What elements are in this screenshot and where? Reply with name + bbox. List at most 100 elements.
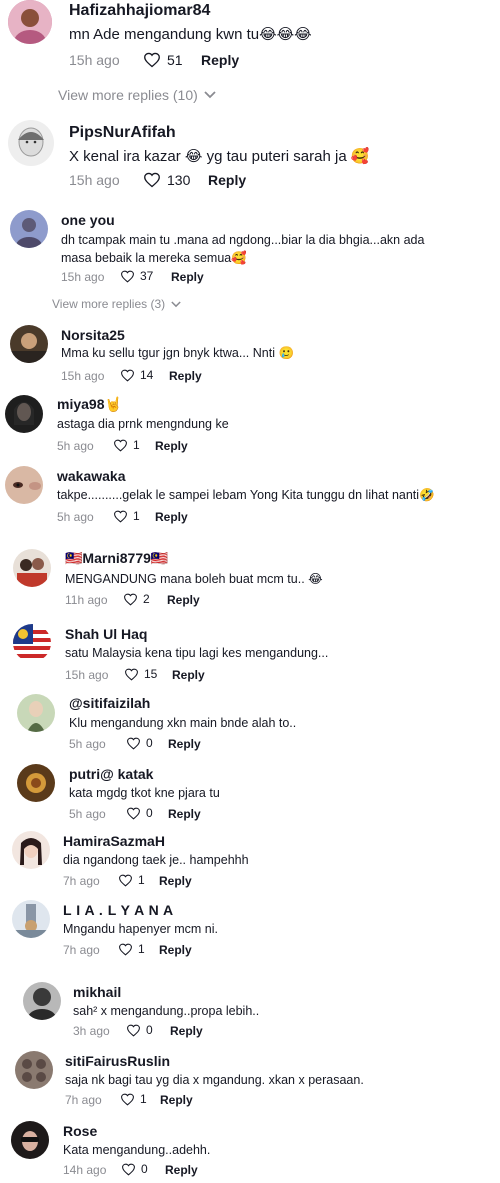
username[interactable]: Shah Ul Haq [65, 626, 147, 642]
view-more-label: View more replies (10) [58, 87, 198, 103]
reply-button[interactable]: Reply [155, 510, 188, 524]
avatar[interactable] [10, 210, 48, 248]
like-button[interactable]: 14 [120, 368, 153, 382]
username[interactable]: sitiFairusRuslin [65, 1053, 170, 1069]
username[interactable]: Rose [63, 1123, 97, 1139]
username[interactable]: Norsita25 [61, 327, 125, 343]
username[interactable]: wakawaka [57, 468, 126, 484]
timestamp: 7h ago [63, 874, 100, 888]
like-count: 1 [138, 873, 145, 887]
comment-item: Shah Ul Haq satu Malaysia kena tipu lagi… [0, 622, 500, 687]
reply-button[interactable]: Reply [170, 1024, 203, 1038]
avatar[interactable] [11, 1121, 49, 1159]
avatar[interactable] [17, 764, 55, 802]
avatar[interactable] [12, 900, 50, 938]
like-count: 1 [140, 1092, 147, 1106]
reply-button[interactable]: Reply [171, 270, 204, 284]
reply-button[interactable]: Reply [159, 874, 192, 888]
username[interactable]: putri@ katak [69, 766, 153, 782]
like-button[interactable]: 0 [126, 1023, 153, 1037]
like-button[interactable]: 1 [113, 438, 140, 452]
reply-button[interactable]: Reply [169, 369, 202, 383]
timestamp: 15h ago [69, 172, 120, 188]
comment-item: PipsNurAfifah X kenal ira kazar 😂 yg tau… [0, 115, 500, 195]
username[interactable]: 🇲🇾Marni8779🇲🇾 [65, 550, 168, 567]
username[interactable]: PipsNurAfifah [69, 124, 176, 142]
heart-icon [127, 807, 140, 820]
reply-button[interactable]: Reply [168, 737, 201, 751]
username[interactable]: one you [61, 212, 115, 228]
comment-item: Hafizahhajiomar84 mn Ade mengandung kwn … [0, 0, 500, 85]
like-count: 130 [167, 172, 191, 188]
reply-button[interactable]: Reply [168, 807, 201, 821]
like-button[interactable]: 51 [143, 52, 183, 68]
username[interactable]: L I A . L Y A N A [63, 902, 174, 918]
heart-icon [121, 369, 134, 382]
timestamp: 7h ago [65, 1093, 102, 1107]
avatar[interactable] [8, 120, 54, 166]
like-button[interactable]: 37 [120, 269, 153, 283]
view-more-replies[interactable]: View more replies (3) [52, 297, 181, 311]
reply-button[interactable]: Reply [159, 943, 192, 957]
heart-icon [114, 510, 127, 523]
reply-button[interactable]: Reply [201, 52, 239, 68]
like-count: 37 [140, 269, 154, 283]
timestamp: 7h ago [63, 943, 100, 957]
like-button[interactable]: 0 [126, 806, 153, 820]
reply-button[interactable]: Reply [155, 439, 188, 453]
like-count: 0 [146, 806, 153, 820]
avatar[interactable] [13, 624, 51, 662]
timestamp: 5h ago [57, 510, 94, 524]
comment-item: putri@ katak kata mgdg tkot kne pjara tu… [0, 762, 500, 827]
comment-text: sah² x mengandung..propa lebih.. [73, 1004, 260, 1018]
avatar[interactable] [5, 466, 43, 504]
like-button[interactable]: 0 [126, 736, 153, 750]
like-button[interactable]: 15 [124, 667, 157, 681]
like-button[interactable]: 2 [123, 592, 150, 606]
username[interactable]: @sitifaizilah [69, 695, 150, 711]
view-more-replies[interactable]: View more replies (10) [58, 87, 216, 103]
like-count: 1 [133, 509, 140, 523]
like-count: 15 [144, 667, 158, 681]
like-button[interactable]: 1 [120, 1092, 147, 1106]
avatar[interactable] [15, 1051, 53, 1089]
heart-icon [144, 172, 160, 188]
comment-item: wakawaka takpe..........gelak le sampei … [0, 464, 500, 529]
reply-button[interactable]: Reply [172, 668, 205, 682]
like-button[interactable]: 0 [121, 1162, 148, 1176]
avatar[interactable] [23, 982, 61, 1020]
comment-item: L I A . L Y A N A Mngandu hapenyer mcm n… [0, 898, 500, 963]
heart-icon [119, 943, 132, 956]
comment-text: dh tcampak main tu .mana ad ngdong...bia… [61, 233, 425, 265]
avatar[interactable] [17, 694, 55, 732]
avatar[interactable] [12, 831, 50, 869]
heart-icon [114, 439, 127, 452]
reply-button[interactable]: Reply [208, 172, 246, 188]
reply-button[interactable]: Reply [165, 1163, 198, 1177]
comment-text: MENGANDUNG mana boleh buat mcm tu.. 😂 [65, 572, 323, 586]
avatar[interactable] [5, 395, 43, 433]
like-count: 1 [138, 942, 145, 956]
like-button[interactable]: 130 [143, 172, 190, 188]
like-button[interactable]: 1 [118, 942, 145, 956]
view-more-label: View more replies (3) [52, 297, 166, 311]
username[interactable]: miya98🤘 [57, 396, 122, 413]
comment-text: dia ngandong taek je.. hampehhh [63, 853, 249, 867]
avatar[interactable] [10, 325, 48, 363]
like-button[interactable]: 1 [113, 509, 140, 523]
reply-button[interactable]: Reply [160, 1093, 193, 1107]
avatar[interactable] [13, 549, 51, 587]
reply-button[interactable]: Reply [167, 593, 200, 607]
like-count: 0 [146, 1023, 153, 1037]
comment-text: X kenal ira kazar 😂 yg tau puteri sarah … [69, 148, 370, 165]
heart-icon [127, 1024, 140, 1037]
like-count: 51 [167, 52, 183, 68]
like-button[interactable]: 1 [118, 873, 145, 887]
comment-item: @sitifaizilah Klu mengandung xkn main bn… [0, 692, 500, 757]
timestamp: 15h ago [65, 668, 109, 682]
username[interactable]: Hafizahhajiomar84 [69, 2, 210, 20]
username[interactable]: mikhail [73, 984, 121, 1000]
username[interactable]: HamiraSazmaH [63, 833, 165, 849]
like-count: 2 [143, 592, 150, 606]
avatar[interactable] [8, 0, 52, 44]
